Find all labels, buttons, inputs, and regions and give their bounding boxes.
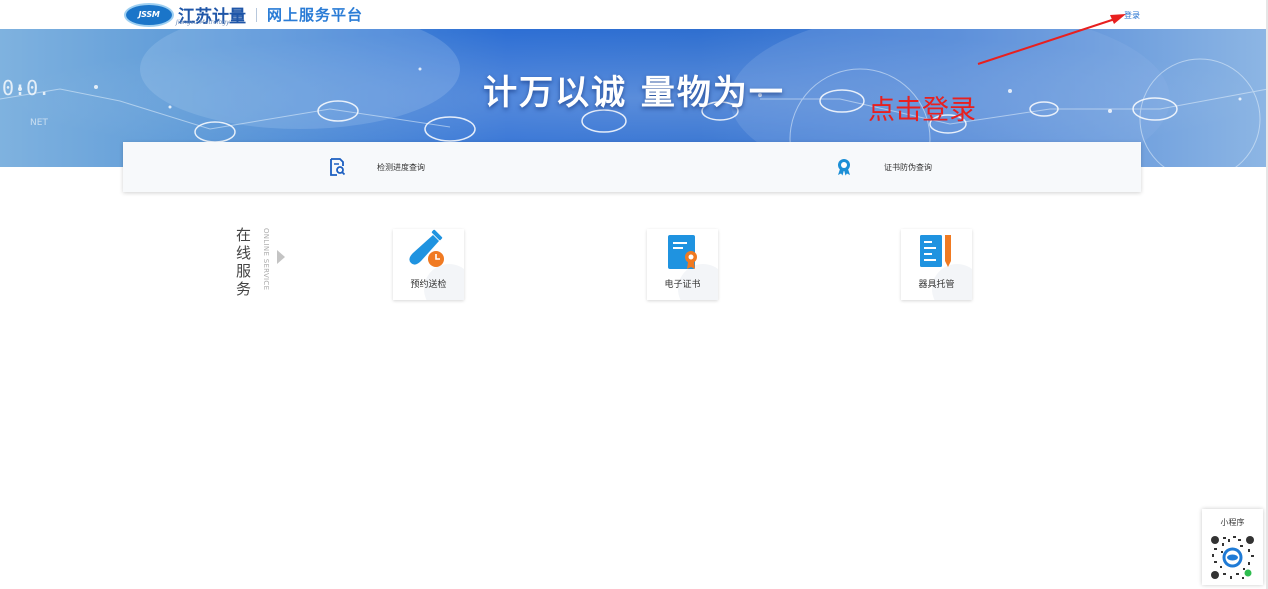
online-service-subtitle: ONLINE SERVICE [262,228,270,291]
section-triangle-icon [277,250,285,264]
mini-program-title: 小程序 [1220,518,1245,527]
appointment-card[interactable]: 预约送检 [393,229,464,300]
mini-program-panel[interactable]: 小程序 [1202,509,1263,585]
certificate-badge-icon [838,159,850,176]
online-service-title: 在线服务 [236,226,252,298]
platform-title: 网上服务平台 [267,6,364,24]
instrument-custody-card[interactable]: 器具托管 [901,229,972,300]
e-certificate-card[interactable]: 电子证书 [647,229,718,300]
certificate-query-button[interactable]: 证书防伪查询 [836,142,932,192]
login-link[interactable]: 登录 [1124,10,1140,21]
e-certificate-label: 电子证书 [664,280,701,290]
logo-subtitle: Jiangsu Metrology [176,19,230,26]
query-bar: 检测进度查询 证书防伪查询 [123,142,1141,192]
certificate-query-label: 证书防伪查询 [884,162,932,172]
instrument-custody-label: 器具托管 [918,280,955,290]
progress-query-label: 检测进度查询 [377,162,425,172]
qr-code-icon [1211,536,1254,579]
page: JSSM 江苏计量 Jiangsu Metrology 网上服务平台 登录 0:… [0,0,1268,589]
logo-badge: JSSM [124,2,174,27]
site-logo[interactable]: JSSM 江苏计量 Jiangsu Metrology 网上服务平台 [124,2,363,27]
click-login-annotation: 点击登录 [868,95,976,126]
appointment-label: 预约送检 [410,280,447,290]
banner-slogan: 计万以诚 量物为一 [483,73,785,113]
search-document-icon [330,158,345,176]
svg-text:NET: NET [30,118,48,128]
header: JSSM 江苏计量 Jiangsu Metrology 网上服务平台 登录 [0,0,1268,29]
logo-divider [256,7,257,22]
progress-query-button[interactable]: 检测进度查询 [329,142,425,192]
